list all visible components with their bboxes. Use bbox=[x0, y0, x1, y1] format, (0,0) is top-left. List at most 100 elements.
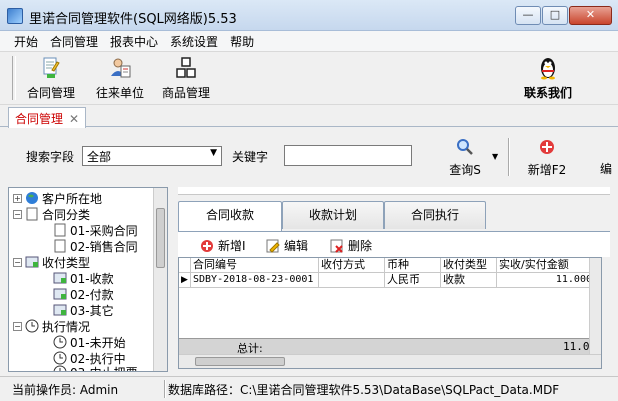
minimize-button[interactable]: — bbox=[515, 6, 541, 25]
search-field-label: 搜索字段 bbox=[26, 150, 75, 164]
magnifier-icon bbox=[457, 139, 473, 155]
partner-label: 往来单位 bbox=[95, 86, 144, 100]
detail-edit-button[interactable]: 编辑 bbox=[266, 237, 308, 254]
column-header[interactable]: 收付方式 bbox=[319, 258, 385, 273]
table-cell[interactable]: SDBY-2018-08-23-0001 bbox=[191, 273, 319, 288]
toolbar-grip bbox=[12, 56, 16, 100]
search-field-value: 全部 bbox=[87, 150, 112, 164]
app-icon bbox=[7, 8, 23, 24]
delete-icon bbox=[330, 239, 343, 253]
tab-contract-management[interactable]: 合同管理 ✕ bbox=[8, 107, 87, 128]
contact-us-label: 联系我们 bbox=[523, 86, 572, 100]
product-label: 商品管理 bbox=[161, 86, 210, 100]
expand-icon[interactable]: + bbox=[13, 193, 22, 203]
menu-help[interactable]: 帮助 bbox=[224, 31, 260, 51]
add-label: 新增F2 bbox=[527, 163, 567, 177]
tree-scroll-thumb[interactable] bbox=[156, 208, 165, 268]
row-indicator-header bbox=[179, 258, 191, 273]
menu-start[interactable]: 开始 bbox=[8, 31, 44, 51]
document-icon bbox=[26, 207, 38, 221]
receipts-grid: 合同编号 收付方式 币种 收付类型 实收/实付金额 3 ▶ SDBY-2018-… bbox=[178, 257, 602, 369]
column-header[interactable]: 币种 bbox=[385, 258, 441, 273]
column-header[interactable]: 收付类型 bbox=[441, 258, 497, 273]
collapse-icon[interactable]: − bbox=[13, 209, 22, 219]
tab-contract-receipts[interactable]: 合同收款 bbox=[178, 201, 282, 231]
tree-label: 03-其它 bbox=[70, 303, 114, 318]
tree-node-suspended[interactable]: 03-中止把票 bbox=[53, 364, 138, 372]
edit-label-partial: 编 bbox=[599, 162, 612, 176]
maximize-button[interactable]: □ bbox=[542, 6, 568, 25]
grid-vertical-scrollbar[interactable] bbox=[589, 258, 601, 354]
chevron-down-icon: ▼ bbox=[210, 148, 217, 158]
add-plus-icon bbox=[201, 239, 213, 252]
edit-button-partial[interactable]: 编 bbox=[594, 158, 618, 177]
grid-scroll-thumb[interactable] bbox=[195, 357, 285, 366]
partner-people-icon bbox=[111, 58, 131, 78]
grid-footer: 总计: 11.00 4 bbox=[179, 338, 601, 355]
search-field-select[interactable]: 全部 ▼ bbox=[82, 146, 222, 166]
tab-contract-execution[interactable]: 合同执行 bbox=[384, 201, 486, 229]
clock-icon bbox=[53, 351, 67, 365]
ledger-icon bbox=[25, 256, 39, 268]
keyword-label: 关键字 bbox=[232, 150, 269, 164]
title-bar: 里诺合同管理软件(SQL网络版)5.53 — □ ✕ bbox=[0, 0, 618, 31]
tab-receipt-plan[interactable]: 收款计划 bbox=[282, 201, 384, 229]
tree-label: 03-中止把票 bbox=[70, 364, 138, 372]
table-cell[interactable] bbox=[319, 273, 385, 288]
table-cell[interactable]: 11.000 bbox=[497, 273, 595, 288]
menu-reports[interactable]: 报表中心 bbox=[104, 31, 164, 51]
tree-node-pay[interactable]: 02-付款 bbox=[53, 286, 114, 302]
tree-node-execution[interactable]: − 执行情况 bbox=[13, 318, 90, 334]
table-cell[interactable]: 人民币 bbox=[385, 273, 441, 288]
tree-label: 客户所在地 bbox=[42, 191, 103, 206]
status-bar: 当前操作员: Admin 数据库路径：C:\里诺合同管理软件5.53\DataB… bbox=[0, 376, 618, 401]
query-dropdown-icon[interactable]: ▼ bbox=[492, 152, 498, 161]
contract-management-button[interactable]: 合同管理 bbox=[26, 56, 76, 102]
grid-horizontal-scrollbar[interactable] bbox=[179, 354, 601, 368]
ledger-icon bbox=[53, 304, 67, 316]
menu-contract[interactable]: 合同管理 bbox=[44, 31, 104, 51]
product-boxes-icon bbox=[176, 57, 196, 78]
collapse-icon[interactable]: − bbox=[13, 257, 22, 267]
collapse-icon[interactable]: − bbox=[13, 321, 22, 331]
tree-label: 收付类型 bbox=[42, 255, 91, 270]
detail-add-button[interactable]: 新增I bbox=[200, 237, 246, 254]
query-button[interactable]: 查询S bbox=[442, 138, 488, 178]
contact-us-button[interactable]: 联系我们 bbox=[518, 56, 578, 102]
operator-status: 当前操作员: Admin bbox=[12, 383, 119, 397]
tree-node-payment-type[interactable]: − 收付类型 bbox=[13, 254, 90, 270]
tree-node-sales[interactable]: 02-销售合同 bbox=[53, 238, 138, 254]
add-button[interactable]: 新增F2 bbox=[524, 138, 570, 178]
table-cell[interactable]: 收款 bbox=[441, 273, 497, 288]
toolbar-separator bbox=[508, 138, 510, 176]
tab-close-icon[interactable]: ✕ bbox=[69, 112, 79, 126]
detail-edit-label: 编辑 bbox=[284, 239, 309, 253]
tab-contract-management-label: 合同管理 bbox=[15, 112, 64, 126]
upper-grid-edge bbox=[178, 187, 610, 195]
contract-management-label: 合同管理 bbox=[26, 86, 75, 100]
tree-scrollbar[interactable] bbox=[153, 188, 167, 371]
close-button[interactable]: ✕ bbox=[569, 6, 612, 25]
qq-penguin-icon bbox=[541, 58, 555, 80]
partner-button[interactable]: 往来单位 bbox=[92, 56, 148, 102]
pencil-icon bbox=[266, 239, 280, 253]
keyword-input[interactable] bbox=[284, 145, 412, 166]
tree-node-not-started[interactable]: 01-未开始 bbox=[53, 334, 126, 350]
column-header[interactable]: 实收/实付金额 bbox=[497, 258, 595, 273]
document-icon bbox=[54, 239, 66, 253]
globe-icon bbox=[26, 192, 38, 204]
tree-node-other[interactable]: 03-其它 bbox=[53, 302, 114, 318]
detail-delete-button[interactable]: 删除 bbox=[330, 237, 372, 254]
clock-icon bbox=[53, 365, 67, 371]
main-toolbar: 合同管理 往来单位 商品管理 联系我们 bbox=[0, 51, 618, 105]
column-header[interactable]: 合同编号 bbox=[191, 258, 319, 273]
detail-action-bar: 新增I 编辑 删除 bbox=[178, 231, 610, 257]
tree-node-contract-type[interactable]: − 合同分类 bbox=[13, 206, 90, 222]
tree-node-receive[interactable]: 01-收款 bbox=[53, 270, 114, 286]
menu-settings[interactable]: 系统设置 bbox=[164, 31, 224, 51]
tree-label: 01-未开始 bbox=[70, 335, 126, 350]
database-path-status: 数据库路径：C:\里诺合同管理软件5.53\DataBase\SQLPact_D… bbox=[168, 383, 560, 397]
tree-node-location[interactable]: + 客户所在地 bbox=[13, 190, 102, 206]
product-button[interactable]: 商品管理 bbox=[160, 56, 212, 102]
tree-node-purchase[interactable]: 01-采购合同 bbox=[53, 222, 138, 238]
